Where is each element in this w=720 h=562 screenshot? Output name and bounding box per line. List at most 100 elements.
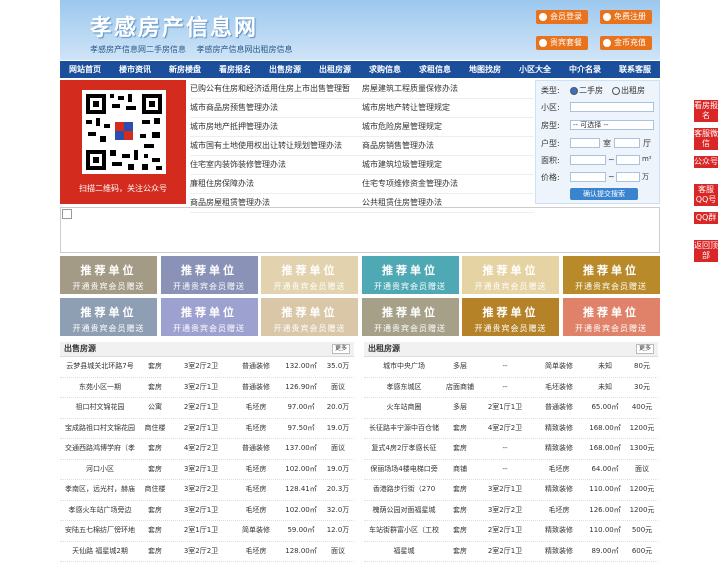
table-row[interactable]: 河口小区套房3室2厅1卫毛坯房102.00㎡19.0万	[60, 460, 354, 481]
floating-button[interactable]: 客服微信	[694, 128, 718, 150]
table-cell[interactable]: 槐荫公园对面福星城	[364, 501, 444, 521]
table-row[interactable]: 宝成路祖口村文锦花园商住楼2室2厅1卫毛坯房97.50㎡19.0万	[60, 419, 354, 440]
table-row[interactable]: 东苑小区一期套房3室2厅1卫普通装修126.90㎡面议	[60, 378, 354, 399]
recommended-unit-tile[interactable]: 推荐单位开通贵宾会员赠送	[462, 256, 559, 294]
nav-item[interactable]: 出售房源	[260, 61, 310, 78]
register-button[interactable]: 免费注册	[600, 10, 652, 24]
table-row[interactable]: 安陆五七棉纺厂傍环地套房2室1厅1卫简单装修59.00㎡12.0万	[60, 521, 354, 542]
nav-item[interactable]: 地图找房	[460, 61, 510, 78]
table-cell[interactable]: 孝感东城区	[364, 378, 444, 398]
policy-link[interactable]: 城市房地产转让管理规定	[362, 99, 534, 117]
nav-item[interactable]: 看房报名	[210, 61, 260, 78]
rent-more-link[interactable]: 更多	[636, 344, 654, 354]
policy-link[interactable]: 已购公有住房和经济适用住房上市出售管理暂	[190, 80, 362, 98]
table-row[interactable]: 香港路步行街（270套房3室2厅1卫精致装修110.00㎡1200元	[364, 480, 658, 501]
nav-item[interactable]: 新房楼盘	[160, 61, 210, 78]
table-row[interactable]: 云梦县城关北环路7号套房3室2厅2卫普通装修132.00㎡35.0万	[60, 357, 354, 378]
price-max-input[interactable]	[616, 172, 640, 182]
table-cell[interactable]: 交通西路鸿博学府（孝	[60, 439, 140, 459]
policy-link[interactable]: 城市建筑垃圾管理规定	[362, 156, 534, 174]
table-cell[interactable]: 火车站商圈	[364, 398, 444, 418]
table-cell[interactable]: 车站街群富小区（工校	[364, 521, 444, 541]
community-input[interactable]	[570, 102, 654, 112]
floating-button[interactable]: 返回顶部	[694, 240, 718, 262]
table-cell[interactable]: 云梦县城关北环路7号	[60, 357, 140, 377]
recommended-unit-tile[interactable]: 推荐单位开通贵宾会员赠送	[563, 256, 660, 294]
policy-link[interactable]: 城市房地产抵押管理办法	[190, 118, 362, 136]
recommended-unit-tile[interactable]: 推荐单位开通贵宾会员赠送	[261, 256, 358, 294]
recommended-unit-tile[interactable]: 推荐单位开通贵宾会员赠送	[362, 298, 459, 336]
policy-link[interactable]: 商品房销售管理办法	[362, 137, 534, 155]
nav-item[interactable]: 出租房源	[310, 61, 360, 78]
table-cell[interactable]: 保丽场场4楼电梯口旁	[364, 460, 444, 480]
table-row[interactable]: 天仙路 福星城2期套房3室2厅2卫毛坯房128.00㎡面议	[60, 542, 354, 562]
table-row[interactable]: 孝感东城区店面商铺--毛坯装修未知30元	[364, 378, 658, 399]
recharge-button[interactable]: 金币充值	[600, 36, 652, 50]
table-cell[interactable]: 香港路步行街（270	[364, 480, 444, 500]
sale-more-link[interactable]: 更多	[332, 344, 350, 354]
option-sale[interactable]: 二手房	[570, 85, 603, 96]
table-row[interactable]: 复式4房2厅孝感长征套房--精致装修168.00㎡1300元	[364, 439, 658, 460]
table-row[interactable]: 孝感火车站广场旁边套房3室2厅1卫毛坯房102.00㎡32.0万	[60, 501, 354, 522]
table-cell[interactable]: 复式4房2厅孝感长征	[364, 439, 444, 459]
ad-banner[interactable]	[60, 207, 660, 253]
nav-item[interactable]: 联系客服	[610, 61, 660, 78]
floating-button[interactable]: 客服QQ号	[694, 184, 718, 206]
recommended-unit-tile[interactable]: 推荐单位开通贵宾会员赠送	[462, 298, 559, 336]
option-rent[interactable]: 出租房	[612, 85, 645, 96]
hall-select[interactable]	[614, 138, 640, 148]
member-login-button[interactable]: 会员登录	[536, 10, 588, 24]
policy-link[interactable]: 城市危险房屋管理规定	[362, 118, 534, 136]
radio-rent[interactable]	[612, 87, 620, 95]
recommended-unit-tile[interactable]: 推荐单位开通贵宾会员赠送	[261, 298, 358, 336]
table-row[interactable]: 长征路丰宁源中百仓储套房4室2厅2卫精致装修168.00㎡1200元	[364, 419, 658, 440]
policy-link[interactable]: 住宅室内装饰装修管理办法	[190, 156, 362, 174]
policy-link[interactable]: 房屋建筑工程质量保修办法	[362, 80, 534, 98]
table-cell[interactable]: 孝南区，远光村，赫庙	[60, 480, 140, 500]
subtitle-rent[interactable]: 孝感房产信息网出租房信息	[197, 45, 293, 54]
recommended-unit-tile[interactable]: 推荐单位开通贵宾会员赠送	[60, 256, 157, 294]
site-logo[interactable]: 孝感房产信息网	[90, 10, 258, 42]
table-cell[interactable]: 祖口村文锦花园	[60, 398, 140, 418]
table-cell[interactable]: 城市中央广场	[364, 357, 444, 377]
price-min-input[interactable]	[570, 172, 606, 182]
recommended-unit-tile[interactable]: 推荐单位开通贵宾会员赠送	[563, 298, 660, 336]
table-row[interactable]: 交通西路鸿博学府（孝套房4室2厅2卫普通装修137.00㎡面议	[60, 439, 354, 460]
table-row[interactable]: 祖口村文锦花园公寓2室2厅1卫毛坯房97.00㎡20.0万	[60, 398, 354, 419]
search-submit-button[interactable]: 确认提交搜索	[570, 188, 638, 200]
table-row[interactable]: 火车站商圈多层2室1厅1卫普通装修65.00㎡400元	[364, 398, 658, 419]
policy-link[interactable]: 廉租住房保障办法	[190, 175, 362, 193]
recommended-unit-tile[interactable]: 推荐单位开通贵宾会员赠送	[60, 298, 157, 336]
policy-link[interactable]: 城市国有土地使用权出让转让规划管理办法	[190, 137, 362, 155]
table-row[interactable]: 福星城套房2室2厅1卫精致装修89.00㎡600元	[364, 542, 658, 562]
recommended-unit-tile[interactable]: 推荐单位开通贵宾会员赠送	[161, 298, 258, 336]
table-row[interactable]: 孝南区，远光村，赫庙商住楼3室2厅2卫毛坯房128.41㎡20.3万	[60, 480, 354, 501]
vip-package-button[interactable]: 贵宾套餐	[536, 36, 588, 50]
table-row[interactable]: 保丽场场4楼电梯口旁商铺--毛坯房64.00㎡面议	[364, 460, 658, 481]
area-max-input[interactable]	[616, 155, 640, 165]
nav-item[interactable]: 网站首页	[60, 61, 110, 78]
nav-item[interactable]: 求购信息	[360, 61, 410, 78]
table-cell[interactable]: 天仙路 福星城2期	[60, 542, 140, 562]
nav-item[interactable]: 小区大全	[510, 61, 560, 78]
nav-item[interactable]: 中介名录	[560, 61, 610, 78]
table-cell[interactable]: 孝感火车站广场旁边	[60, 501, 140, 521]
table-row[interactable]: 车站街群富小区（工校套房2室2厅1卫精致装修110.00㎡500元	[364, 521, 658, 542]
nav-item[interactable]: 楼市资讯	[110, 61, 160, 78]
nav-item[interactable]: 求租信息	[410, 61, 460, 78]
policy-link[interactable]: 住宅专项维修资金管理办法	[362, 175, 534, 193]
table-cell[interactable]: 长征路丰宁源中百仓储	[364, 419, 444, 439]
floating-button[interactable]: QQ群	[694, 212, 718, 224]
table-cell[interactable]: 宝成路祖口村文锦花园	[60, 419, 140, 439]
policy-link[interactable]: 城市商品房预售管理办法	[190, 99, 362, 117]
floating-button[interactable]: 公众号	[694, 156, 718, 168]
table-cell[interactable]: 河口小区	[60, 460, 140, 480]
recommended-unit-tile[interactable]: 推荐单位开通贵宾会员赠送	[362, 256, 459, 294]
table-cell[interactable]: 安陆五七棉纺厂傍环地	[60, 521, 140, 541]
house-type-select[interactable]: -- 可选择 --	[570, 120, 654, 130]
table-row[interactable]: 槐荫公园对面福星城套房3室2厅2卫毛坯房126.00㎡1200元	[364, 501, 658, 522]
room-select[interactable]	[570, 138, 600, 148]
subtitle-sale[interactable]: 孝感房产信息网二手房信息	[90, 45, 186, 54]
area-min-input[interactable]	[570, 155, 606, 165]
table-cell[interactable]: 福星城	[364, 542, 444, 562]
